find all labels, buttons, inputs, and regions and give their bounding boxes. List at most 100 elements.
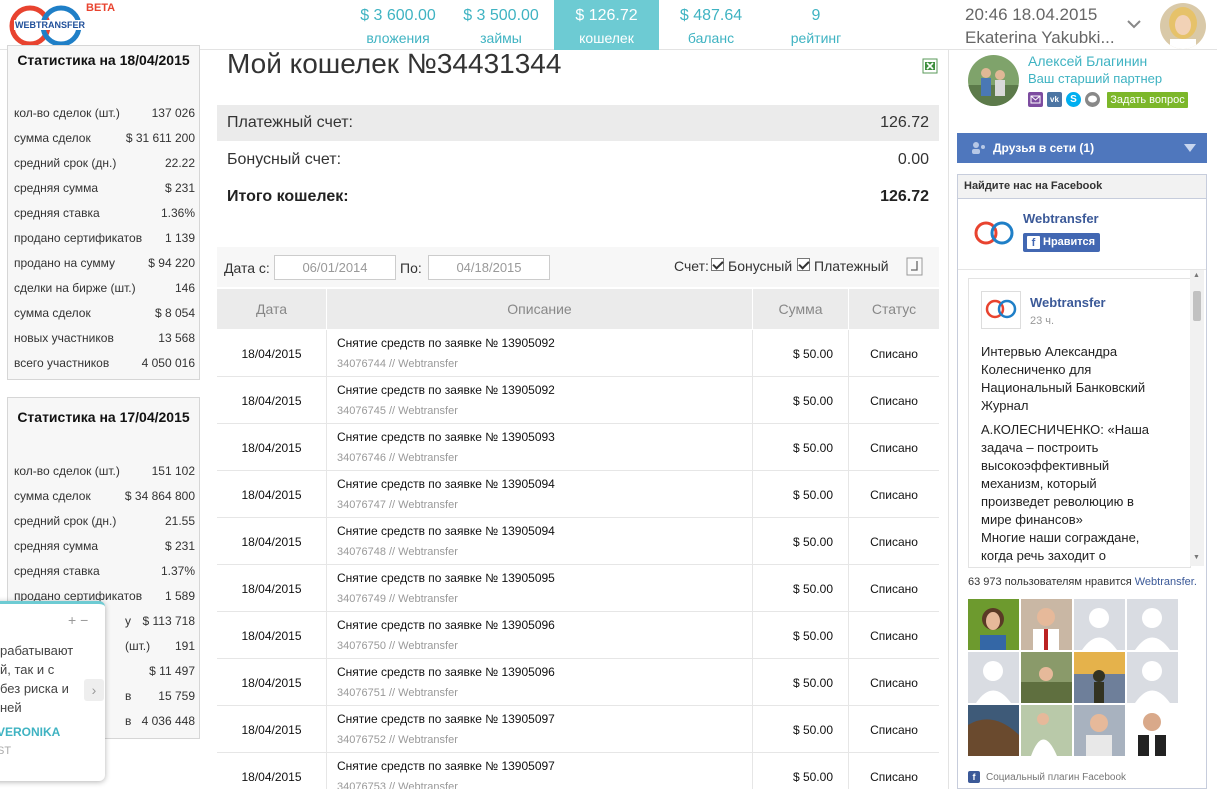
ask-question-button[interactable]: Задать вопрос	[1107, 92, 1188, 108]
date-from-input[interactable]: 06/01/2014	[274, 255, 396, 280]
facebook-like-button[interactable]: f Нравится	[1023, 233, 1100, 252]
column-divider	[752, 330, 753, 789]
likes-link[interactable]: Webtransfer.	[1135, 576, 1197, 588]
excel-export-icon[interactable]	[922, 58, 938, 74]
account-label: Платежный счет:	[227, 114, 353, 131]
partner-role: Ваш старший партнер	[1028, 71, 1163, 86]
chevron-down-icon[interactable]	[1124, 14, 1144, 34]
stat-investments[interactable]: $ 3 600.00 вложения	[348, 0, 448, 50]
row-date: 18/04/2015	[241, 394, 302, 408]
date-to-input[interactable]: 04/18/2015	[428, 255, 550, 280]
fan-avatar[interactable]	[1127, 705, 1178, 756]
facebook-page-name[interactable]: Webtransfer	[1023, 211, 1099, 226]
partner-avatar[interactable]	[968, 55, 1019, 106]
row-status: Списано	[870, 676, 918, 690]
fan-avatar-placeholder[interactable]	[1127, 599, 1178, 650]
fan-avatar[interactable]	[1021, 599, 1072, 650]
email-icon[interactable]	[1028, 92, 1043, 107]
print-icon[interactable]	[906, 257, 923, 276]
fan-avatar[interactable]	[968, 599, 1019, 650]
chevron-down-icon[interactable]	[1183, 142, 1197, 152]
column-header-description[interactable]: Описание	[327, 301, 752, 317]
account-label: Бонусный счет:	[227, 151, 342, 168]
facebook-like-label: Нравится	[1043, 236, 1096, 248]
fan-avatar[interactable]	[1074, 652, 1125, 703]
payment-checkbox-label[interactable]: Платежный	[814, 258, 889, 274]
account-value: 126.72	[880, 114, 929, 131]
row-reference: 34076752 // Webtransfer	[337, 734, 458, 746]
row-date: 18/04/2015	[241, 488, 302, 502]
filter-bar: Дата с: 06/01/2014 По: 04/18/2015 Счет: …	[217, 247, 939, 287]
chat-controls[interactable]: + −	[68, 612, 88, 628]
row-sum: $ 50.00	[792, 676, 833, 690]
stat-wallet[interactable]: $ 126.72 кошелек	[554, 0, 659, 50]
logo-text: WEBTRANSFER	[14, 20, 86, 30]
fan-avatar[interactable]	[968, 705, 1019, 756]
payment-checkbox[interactable]	[797, 258, 810, 271]
user-avatar[interactable]	[1160, 3, 1206, 49]
column-header-date[interactable]: Дата	[217, 301, 326, 317]
chat-bubble-icon[interactable]	[1085, 92, 1100, 107]
post-time[interactable]: 23 ч.	[1030, 315, 1054, 327]
row-sum: $ 50.00	[792, 347, 833, 361]
stat-label: кошелек	[579, 30, 634, 46]
row-date: 18/04/2015	[241, 629, 302, 643]
row-description: Снятие средств по заявке № 13905096	[337, 665, 555, 679]
post-author-avatar[interactable]	[981, 291, 1021, 329]
scroll-up-icon[interactable]: ▲	[1193, 272, 1200, 279]
account-value: 0.00	[897, 151, 929, 168]
fan-avatar-placeholder[interactable]	[1074, 599, 1125, 650]
post-scrollbar[interactable]: ▲ ▼	[1190, 270, 1204, 566]
row-description: Снятие средств по заявке № 13905096	[337, 618, 555, 632]
row-reference: 34076753 // Webtransfer	[337, 781, 458, 789]
partner-name[interactable]: Алексей Благинин	[1028, 53, 1147, 69]
post-author[interactable]: Webtransfer	[1030, 295, 1106, 310]
chat-author-sub: ST	[0, 745, 12, 757]
scrollbar-thumb[interactable]	[1193, 291, 1201, 321]
fan-avatar[interactable]	[1021, 705, 1072, 756]
chat-popup[interactable]: + − рабатывают й, так и с без риска и не…	[0, 601, 105, 781]
chat-line: рабатывают	[0, 643, 74, 658]
date-from-label: Дата с:	[224, 260, 270, 276]
vk-icon[interactable]: vk	[1047, 92, 1062, 107]
column-header-sum[interactable]: Сумма	[753, 301, 848, 317]
likes-text: 63 973 пользователям нравится	[968, 576, 1132, 588]
fan-avatar[interactable]	[1021, 652, 1072, 703]
bonus-checkbox-label[interactable]: Бонусный	[728, 258, 792, 274]
stats-box-title: Статистика на 18/04/2015	[17, 52, 190, 68]
fan-avatar-placeholder[interactable]	[968, 652, 1019, 703]
skype-icon[interactable]: S	[1066, 92, 1081, 107]
chevron-right-icon[interactable]: ›	[84, 679, 104, 701]
facebook-icon: f	[968, 771, 980, 783]
stat-label: баланс	[687, 30, 735, 46]
row-status: Списано	[870, 629, 918, 643]
bonus-checkbox[interactable]	[711, 258, 724, 271]
scroll-down-icon[interactable]: ▼	[1193, 554, 1200, 561]
stat-balance[interactable]: $ 487.64 баланс	[661, 0, 761, 50]
row-reference: 34076750 // Webtransfer	[337, 640, 458, 652]
facebook-plugin-label[interactable]: Социальный плагин Facebook	[986, 772, 1126, 783]
column-header-status[interactable]: Статус	[849, 301, 939, 317]
row-description: Снятие средств по заявке № 13905097	[337, 759, 555, 773]
chat-line: й, так и с	[0, 662, 55, 677]
row-status: Списано	[870, 723, 918, 737]
row-status: Списано	[870, 488, 918, 502]
row-status: Списано	[870, 535, 918, 549]
bonus-account-row: Бонусный счет: 0.00	[217, 142, 939, 178]
account-label: Итого кошелек:	[227, 188, 349, 205]
user-name[interactable]: Ekaterina Yakubki...	[965, 28, 1125, 48]
post-text-3: Многие наши сограждане, когда речь заход…	[981, 530, 1140, 563]
chat-author: VERONIKA	[0, 725, 61, 739]
fan-avatar-placeholder[interactable]	[1127, 652, 1178, 703]
stat-loans[interactable]: $ 3 500.00 займы	[451, 0, 551, 50]
friends-online-bar[interactable]: Друзья в сети (1)	[957, 133, 1207, 163]
stat-rating[interactable]: 9 рейтинг	[766, 0, 866, 50]
row-sum: $ 50.00	[792, 723, 833, 737]
row-sum: $ 50.00	[792, 488, 833, 502]
webtransfer-page-logo[interactable]	[972, 215, 1016, 255]
fan-avatar[interactable]	[1074, 705, 1125, 756]
row-description: Снятие средств по заявке № 13905092	[337, 383, 555, 397]
account-filter-label: Счет:	[674, 258, 709, 274]
webtransfer-logo[interactable]: WEBTRANSFER BETA	[6, 2, 126, 48]
column-divider	[948, 50, 949, 789]
